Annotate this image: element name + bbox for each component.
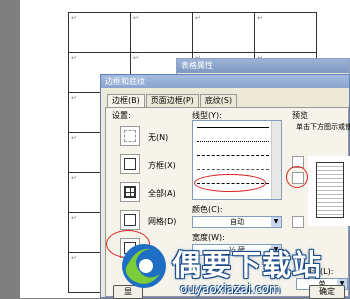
line-style-solid[interactable]	[197, 127, 269, 128]
watermark-text: 偶要下载站	[172, 248, 323, 282]
annotation-ellipse-side	[286, 166, 308, 188]
border-grid-icon	[124, 214, 136, 226]
watermark-url: ouyaoxiazai.com	[180, 282, 281, 296]
preview-document	[316, 162, 344, 218]
table-cell: ↵	[130, 12, 193, 53]
style-list-scrollbar[interactable]	[271, 121, 281, 199]
setting-box-label: 方框(X)	[148, 161, 176, 170]
chevron-down-icon[interactable]: ▼	[271, 217, 281, 227]
line-style-dash[interactable]	[197, 169, 269, 170]
setting-none-button[interactable]	[120, 126, 140, 146]
dialog-tabs: 边框(B) 页面边框(P) 底纹(S)	[107, 94, 238, 108]
dialog-title: 边框和底纹	[101, 75, 349, 88]
setting-box-button[interactable]	[120, 154, 140, 174]
watermark: 偶要下载站 ouyaoxiazai.com	[116, 238, 350, 298]
color-select[interactable]: 自动 ▼	[192, 216, 282, 228]
table-cell: ↵	[68, 12, 131, 53]
setting-grid-label: 网格(D)	[148, 217, 177, 226]
color-label: 颜色(C):	[192, 205, 223, 214]
diagonal-border-button[interactable]	[292, 216, 304, 228]
table-properties-title: 表格属性	[177, 59, 349, 73]
setting-all-label: 全部(A)	[148, 189, 176, 198]
preview-area[interactable]	[308, 156, 350, 226]
preview-label: 预览	[292, 111, 308, 120]
table-cell: ↵	[192, 12, 255, 53]
ouyao-logo-icon	[122, 244, 166, 288]
border-all-icon	[124, 186, 136, 198]
border-none-icon	[124, 130, 136, 142]
line-style-dashed[interactable]	[197, 155, 269, 156]
setting-none-label: 无(N)	[148, 133, 169, 142]
annotation-ellipse-line-style	[194, 174, 266, 192]
preview-hint: 单击下方图示或使	[296, 123, 350, 131]
line-style-dotted[interactable]	[197, 141, 269, 142]
color-value: 自动	[230, 218, 244, 226]
tab-page-border[interactable]: 页面边框(P)	[145, 94, 199, 107]
tab-shading[interactable]: 底纹(S)	[199, 94, 238, 107]
settings-label: 设置:	[112, 111, 131, 120]
setting-all-button[interactable]	[120, 182, 140, 202]
border-box-icon	[124, 158, 136, 170]
setting-grid-button[interactable]	[120, 210, 140, 230]
table-cell: ↵	[254, 12, 317, 53]
tab-borders[interactable]: 边框(B)	[107, 94, 145, 108]
